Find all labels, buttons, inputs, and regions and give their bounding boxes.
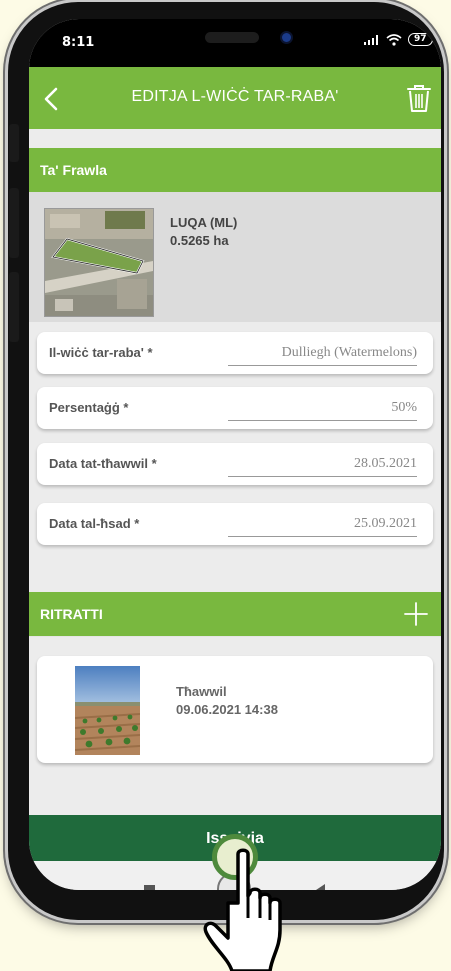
pointing-hand-icon: [203, 848, 282, 971]
crop-field-label: Il-wiċċ tar-raba' *: [49, 345, 153, 360]
nav-recents-icon[interactable]: [144, 885, 155, 890]
phone-side-button: [9, 272, 19, 342]
photo-item[interactable]: Tħawwil 09.06.2021 14:38: [37, 656, 433, 763]
photos-section-header: RITRATTI: [29, 592, 441, 636]
field-section-header: Ta' Frawla: [29, 148, 441, 192]
harvest-date-value[interactable]: 25.09.2021: [354, 516, 417, 532]
input-underline: [228, 420, 417, 421]
input-underline: [228, 365, 417, 366]
field-location: LUQA (ML): [170, 215, 238, 230]
phone-side-button: [9, 124, 19, 162]
signal-icon: [364, 34, 378, 45]
wifi-icon: [386, 33, 402, 46]
percentage-field-label: Persentaġġ *: [49, 400, 129, 415]
field-section-title: Ta' Frawla: [40, 162, 107, 178]
crop-field-value[interactable]: Dulliegh (Watermelons): [282, 345, 417, 361]
harvest-date-card[interactable]: Data tal-ħsad * 25.09.2021: [37, 503, 433, 545]
field-area: 0.5265 ha: [170, 233, 229, 248]
harvest-date-label: Data tal-ħsad *: [49, 516, 140, 531]
battery-indicator: 97: [408, 33, 433, 46]
field-map-thumbnail[interactable]: [44, 208, 154, 317]
planting-date-card[interactable]: Data tat-tħawwil * 28.05.2021: [37, 443, 433, 485]
header-spacer: [29, 129, 441, 148]
front-camera: [282, 33, 291, 42]
plus-icon[interactable]: [403, 601, 429, 627]
input-underline: [228, 536, 417, 537]
phone-side-button: [9, 188, 19, 258]
input-underline: [228, 476, 417, 477]
app-screen: 8:11 97 EDITJA L-WIĊĊ TAR-RABA' Ta' Fraw…: [29, 19, 441, 890]
photos-section-title: RITRATTI: [40, 606, 103, 622]
photo-label: Tħawwil: [176, 684, 227, 699]
system-icons: 97: [364, 33, 433, 46]
nav-back-icon[interactable]: [316, 884, 326, 890]
crop-field-card[interactable]: Il-wiċċ tar-raba' * Dulliegh (Watermelon…: [37, 332, 433, 374]
speaker-notch: [205, 32, 259, 43]
photo-date: 09.06.2021 14:38: [176, 702, 278, 717]
status-time: 8:11: [62, 35, 95, 50]
photo-thumbnail[interactable]: [75, 666, 140, 755]
planting-date-label: Data tat-tħawwil *: [49, 456, 157, 471]
trash-icon[interactable]: [405, 82, 433, 114]
page-title: EDITJA L-WIĊĊ TAR-RABA': [131, 88, 339, 105]
status-bar: 8:11 97: [29, 19, 441, 67]
percentage-field-value[interactable]: 50%: [391, 400, 417, 416]
percentage-field-card[interactable]: Persentaġġ * 50%: [37, 387, 433, 429]
planting-date-value[interactable]: 28.05.2021: [354, 456, 417, 472]
app-header: EDITJA L-WIĊĊ TAR-RABA': [29, 67, 441, 129]
